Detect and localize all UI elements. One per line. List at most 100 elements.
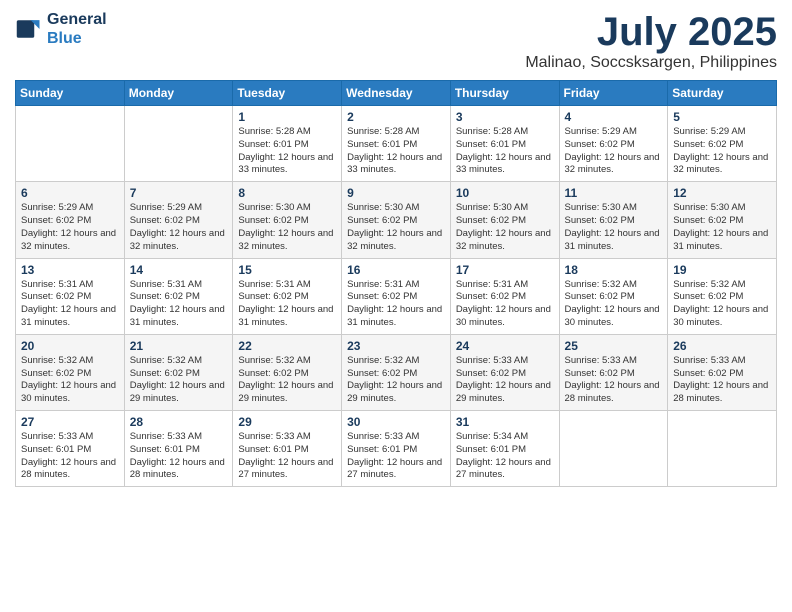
day-info: Sunrise: 5:32 AM Sunset: 6:02 PM Dayligh… bbox=[238, 355, 336, 406]
day-info: Sunrise: 5:31 AM Sunset: 6:02 PM Dayligh… bbox=[21, 279, 119, 330]
day-info: Sunrise: 5:30 AM Sunset: 6:02 PM Dayligh… bbox=[347, 202, 445, 253]
calendar-week-5: 27Sunrise: 5:33 AM Sunset: 6:01 PM Dayli… bbox=[16, 411, 777, 487]
calendar-cell: 12 Sunrise: 5:30 AM Sunset: 6:02 PM Dayli… bbox=[668, 182, 777, 258]
day-number: 2 bbox=[347, 110, 445, 124]
day-number: 6 bbox=[21, 186, 119, 200]
day-number: 19 bbox=[673, 263, 771, 277]
day-number: 12 bbox=[673, 186, 771, 200]
calendar-cell: 11 Sunrise: 5:30 AM Sunset: 6:02 PM Dayli… bbox=[559, 182, 668, 258]
day-info: Sunrise: 5:33 AM Sunset: 6:01 PM Dayligh… bbox=[347, 431, 445, 482]
day-info: Sunrise: 5:29 AM Sunset: 6:02 PM Dayligh… bbox=[21, 202, 119, 253]
month-title: July 2025 bbox=[525, 10, 777, 54]
calendar-cell: 17 Sunrise: 5:31 AM Sunset: 6:02 PM Dayli… bbox=[450, 258, 559, 334]
day-number: 22 bbox=[238, 339, 336, 353]
day-info: Sunrise: 5:30 AM Sunset: 6:02 PM Dayligh… bbox=[456, 202, 554, 253]
calendar-cell: 22 Sunrise: 5:32 AM Sunset: 6:02 PM Dayli… bbox=[233, 334, 342, 410]
title-block: July 2025 Malinao, Soccsksargen, Philipp… bbox=[525, 10, 777, 72]
calendar-cell bbox=[559, 411, 668, 487]
day-info: Sunrise: 5:31 AM Sunset: 6:02 PM Dayligh… bbox=[238, 279, 336, 330]
calendar-cell: 26 Sunrise: 5:33 AM Sunset: 6:02 PM Dayli… bbox=[668, 334, 777, 410]
location-title: Malinao, Soccsksargen, Philippines bbox=[525, 54, 777, 72]
calendar-cell: 29 Sunrise: 5:33 AM Sunset: 6:01 PM Dayli… bbox=[233, 411, 342, 487]
day-info: Sunrise: 5:29 AM Sunset: 6:02 PM Dayligh… bbox=[673, 126, 771, 177]
calendar-header-monday: Monday bbox=[124, 81, 233, 106]
day-info: Sunrise: 5:30 AM Sunset: 6:02 PM Dayligh… bbox=[673, 202, 771, 253]
day-number: 23 bbox=[347, 339, 445, 353]
day-number: 17 bbox=[456, 263, 554, 277]
calendar-cell: 4 Sunrise: 5:29 AM Sunset: 6:02 PM Daylig… bbox=[559, 106, 668, 182]
day-info: Sunrise: 5:32 AM Sunset: 6:02 PM Dayligh… bbox=[347, 355, 445, 406]
calendar-header-tuesday: Tuesday bbox=[233, 81, 342, 106]
calendar-cell: 19 Sunrise: 5:32 AM Sunset: 6:02 PM Dayli… bbox=[668, 258, 777, 334]
calendar-cell: 13 Sunrise: 5:31 AM Sunset: 6:02 PM Dayli… bbox=[16, 258, 125, 334]
logo: General Blue bbox=[15, 10, 107, 48]
calendar-cell: 16 Sunrise: 5:31 AM Sunset: 6:02 PM Dayli… bbox=[342, 258, 451, 334]
calendar-body: 1Sunrise: 5:28 AM Sunset: 6:01 PM Daylig… bbox=[16, 106, 777, 487]
calendar-cell bbox=[16, 106, 125, 182]
day-number: 10 bbox=[456, 186, 554, 200]
calendar-header-wednesday: Wednesday bbox=[342, 81, 451, 106]
calendar-cell: 1Sunrise: 5:28 AM Sunset: 6:01 PM Daylig… bbox=[233, 106, 342, 182]
day-number: 30 bbox=[347, 415, 445, 429]
day-number: 8 bbox=[238, 186, 336, 200]
calendar-header-sunday: Sunday bbox=[16, 81, 125, 106]
calendar-table: SundayMondayTuesdayWednesdayThursdayFrid… bbox=[15, 80, 777, 487]
logo-text: General Blue bbox=[47, 10, 107, 48]
logo-icon bbox=[15, 15, 43, 43]
day-number: 13 bbox=[21, 263, 119, 277]
day-info: Sunrise: 5:33 AM Sunset: 6:02 PM Dayligh… bbox=[673, 355, 771, 406]
day-info: Sunrise: 5:33 AM Sunset: 6:01 PM Dayligh… bbox=[21, 431, 119, 482]
calendar-cell: 23 Sunrise: 5:32 AM Sunset: 6:02 PM Dayli… bbox=[342, 334, 451, 410]
day-number: 26 bbox=[673, 339, 771, 353]
day-number: 7 bbox=[130, 186, 228, 200]
day-info: Sunrise: 5:33 AM Sunset: 6:02 PM Dayligh… bbox=[456, 355, 554, 406]
day-info: Sunrise: 5:29 AM Sunset: 6:02 PM Dayligh… bbox=[130, 202, 228, 253]
day-number: 25 bbox=[565, 339, 663, 353]
calendar-cell: 27Sunrise: 5:33 AM Sunset: 6:01 PM Dayli… bbox=[16, 411, 125, 487]
calendar-cell: 8Sunrise: 5:30 AM Sunset: 6:02 PM Daylig… bbox=[233, 182, 342, 258]
day-number: 11 bbox=[565, 186, 663, 200]
calendar-cell bbox=[668, 411, 777, 487]
day-number: 9 bbox=[347, 186, 445, 200]
calendar-cell: 15 Sunrise: 5:31 AM Sunset: 6:02 PM Dayli… bbox=[233, 258, 342, 334]
day-info: Sunrise: 5:33 AM Sunset: 6:01 PM Dayligh… bbox=[238, 431, 336, 482]
day-info: Sunrise: 5:34 AM Sunset: 6:01 PM Dayligh… bbox=[456, 431, 554, 482]
calendar-header-thursday: Thursday bbox=[450, 81, 559, 106]
calendar-cell: 20Sunrise: 5:32 AM Sunset: 6:02 PM Dayli… bbox=[16, 334, 125, 410]
day-number: 18 bbox=[565, 263, 663, 277]
calendar-cell: 25 Sunrise: 5:33 AM Sunset: 6:02 PM Dayli… bbox=[559, 334, 668, 410]
day-number: 3 bbox=[456, 110, 554, 124]
day-info: Sunrise: 5:28 AM Sunset: 6:01 PM Dayligh… bbox=[347, 126, 445, 177]
day-number: 31 bbox=[456, 415, 554, 429]
calendar-cell: 7 Sunrise: 5:29 AM Sunset: 6:02 PM Daylig… bbox=[124, 182, 233, 258]
calendar-cell: 28Sunrise: 5:33 AM Sunset: 6:01 PM Dayli… bbox=[124, 411, 233, 487]
calendar-week-4: 20Sunrise: 5:32 AM Sunset: 6:02 PM Dayli… bbox=[16, 334, 777, 410]
calendar-cell: 2 Sunrise: 5:28 AM Sunset: 6:01 PM Daylig… bbox=[342, 106, 451, 182]
day-number: 15 bbox=[238, 263, 336, 277]
calendar-cell: 21 Sunrise: 5:32 AM Sunset: 6:02 PM Dayli… bbox=[124, 334, 233, 410]
day-info: Sunrise: 5:30 AM Sunset: 6:02 PM Dayligh… bbox=[565, 202, 663, 253]
day-info: Sunrise: 5:33 AM Sunset: 6:02 PM Dayligh… bbox=[565, 355, 663, 406]
day-number: 29 bbox=[238, 415, 336, 429]
calendar-cell: 14 Sunrise: 5:31 AM Sunset: 6:02 PM Dayli… bbox=[124, 258, 233, 334]
day-info: Sunrise: 5:28 AM Sunset: 6:01 PM Dayligh… bbox=[238, 126, 336, 177]
day-number: 14 bbox=[130, 263, 228, 277]
calendar-week-3: 13 Sunrise: 5:31 AM Sunset: 6:02 PM Dayli… bbox=[16, 258, 777, 334]
calendar-cell: 9 Sunrise: 5:30 AM Sunset: 6:02 PM Daylig… bbox=[342, 182, 451, 258]
calendar-header-row: SundayMondayTuesdayWednesdayThursdayFrid… bbox=[16, 81, 777, 106]
day-number: 24 bbox=[456, 339, 554, 353]
day-number: 21 bbox=[130, 339, 228, 353]
day-info: Sunrise: 5:32 AM Sunset: 6:02 PM Dayligh… bbox=[130, 355, 228, 406]
day-info: Sunrise: 5:31 AM Sunset: 6:02 PM Dayligh… bbox=[347, 279, 445, 330]
day-info: Sunrise: 5:29 AM Sunset: 6:02 PM Dayligh… bbox=[565, 126, 663, 177]
day-info: Sunrise: 5:31 AM Sunset: 6:02 PM Dayligh… bbox=[130, 279, 228, 330]
day-number: 16 bbox=[347, 263, 445, 277]
calendar-week-2: 6 Sunrise: 5:29 AM Sunset: 6:02 PM Daylig… bbox=[16, 182, 777, 258]
day-info: Sunrise: 5:32 AM Sunset: 6:02 PM Dayligh… bbox=[673, 279, 771, 330]
calendar-cell: 6 Sunrise: 5:29 AM Sunset: 6:02 PM Daylig… bbox=[16, 182, 125, 258]
page-header: General Blue July 2025 Malinao, Soccsksa… bbox=[15, 10, 777, 72]
day-number: 5 bbox=[673, 110, 771, 124]
day-number: 4 bbox=[565, 110, 663, 124]
day-info: Sunrise: 5:31 AM Sunset: 6:02 PM Dayligh… bbox=[456, 279, 554, 330]
calendar-cell: 18Sunrise: 5:32 AM Sunset: 6:02 PM Dayli… bbox=[559, 258, 668, 334]
